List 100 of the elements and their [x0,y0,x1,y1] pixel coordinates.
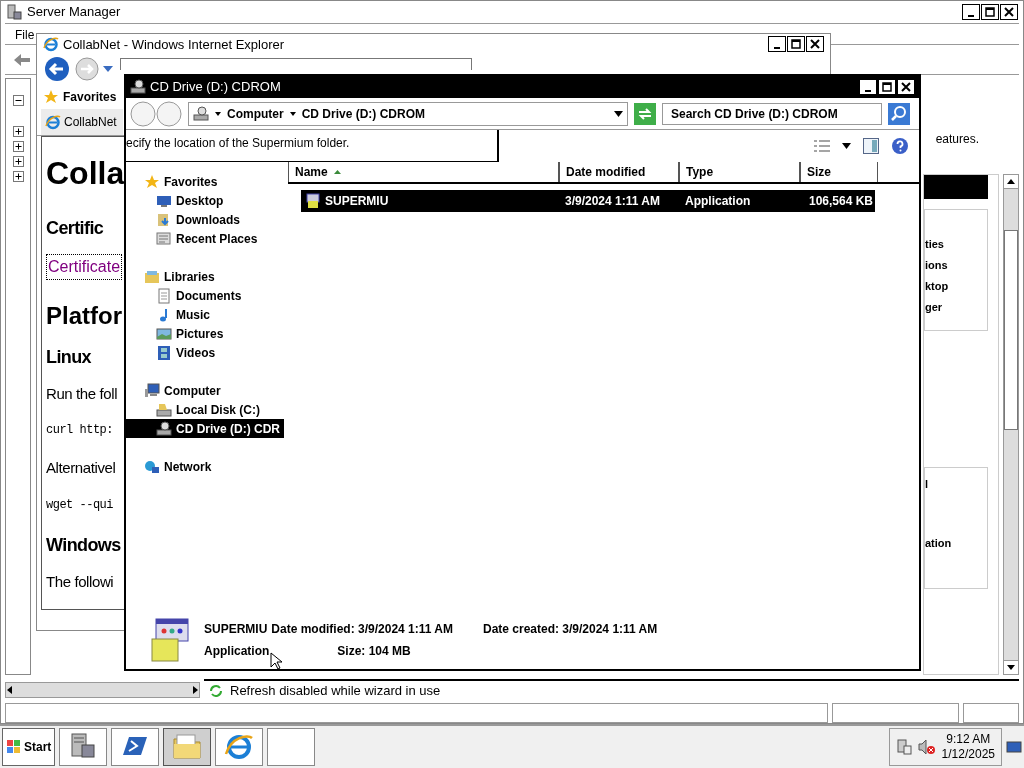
minimize-button[interactable] [859,79,877,95]
breadcrumb-item[interactable]: CD Drive (D:) CDROM [289,104,425,123]
forward-button[interactable] [156,100,182,127]
network-icon [144,458,160,475]
caret-icon[interactable] [842,143,851,149]
browser-icon [43,36,59,53]
task-link[interactable]: ions [925,256,987,273]
nav-item[interactable]: Music [126,305,284,324]
nav-item[interactable]: CD Drive (D:) CDR [126,419,284,438]
taskbar-button[interactable] [215,728,264,766]
dropdown-arrow-icon[interactable] [103,65,113,72]
back-button[interactable] [43,54,71,83]
menu-item[interactable]: File [15,26,35,44]
refresh-button[interactable] [634,102,656,125]
collapse-icon[interactable] [12,95,24,106]
task-link[interactable]: ties [925,235,987,252]
maximize-button[interactable] [787,36,805,53]
page-text: The followi [46,571,114,592]
favorites-button[interactable]: Favorites [63,87,117,106]
caret-icon[interactable] [215,111,221,116]
task-link[interactable]: ation [925,534,987,551]
scroll-right-icon[interactable] [191,686,199,694]
network-icon[interactable] [895,739,912,755]
minimize-button[interactable] [962,4,980,20]
column-header[interactable]: Size [800,162,878,182]
column-header[interactable]: Date modified [559,162,679,182]
vertical-scrollbar[interactable] [1003,174,1019,675]
nav-item[interactable]: Recent Places [126,229,284,248]
taskbar-button[interactable] [59,728,108,766]
taskbar-button[interactable] [163,728,212,766]
preview-pane-icon[interactable] [863,138,879,154]
minimize-button[interactable] [768,36,786,53]
help-icon[interactable] [891,137,909,155]
document-icon [156,287,172,304]
search-field[interactable]: Search CD Drive (D:) CDROM [662,102,882,125]
certificate-link[interactable]: Certificate [46,253,123,280]
windows-logo-icon [6,739,22,755]
description-text: eatures. [935,131,979,148]
column-header[interactable]: Name [288,162,559,182]
back-arrow-icon[interactable] [13,52,31,67]
refresh-icon [208,683,224,699]
maximize-button[interactable] [981,4,999,20]
video-icon [156,344,172,361]
scroll-thumb[interactable] [1004,229,1018,430]
caret-icon[interactable] [289,111,296,116]
search-icon[interactable] [888,102,910,125]
disk-icon [156,401,172,418]
clock-time[interactable]: 9:12 AM [946,732,991,747]
nav-item[interactable]: Videos [126,343,284,362]
minimize-icon [865,89,871,92]
star-icon [43,88,59,105]
show-desktop-icon[interactable] [1006,739,1022,755]
nav-item[interactable]: Favorites [126,172,284,191]
back-button[interactable] [130,100,156,127]
cd-icon [156,420,172,437]
breadcrumb-item[interactable]: Computer [215,104,284,123]
scroll-down-icon[interactable] [1007,665,1015,670]
taskbar-button[interactable] [111,728,160,766]
taskbar-button[interactable] [267,728,316,766]
task-link[interactable]: l [925,476,987,493]
close-icon [901,82,911,92]
start-button[interactable]: Start [2,728,56,766]
close-button[interactable] [1000,4,1018,20]
expand-icon[interactable] [12,141,24,152]
expand-icon[interactable] [12,171,24,182]
scroll-up-icon[interactable] [1007,179,1015,184]
expand-icon[interactable] [12,126,24,137]
task-link[interactable]: ger [925,298,987,315]
address-bar[interactable]: Computer CD Drive (D:) CDROM [188,101,628,126]
clock-date[interactable]: 1/12/2025 [941,747,995,762]
expand-icon[interactable] [12,156,24,167]
task-link[interactable]: ktop [925,277,987,294]
nav-item[interactable]: Computer [126,381,284,400]
nav-item[interactable]: Network [126,457,284,476]
address-field[interactable] [120,57,472,70]
caret-icon[interactable] [614,110,623,117]
nav-item[interactable]: Downloads [126,210,284,229]
muted-speaker-icon[interactable] [917,739,936,755]
minimize-icon [774,46,780,49]
close-button[interactable] [806,36,824,53]
file-row[interactable]: SUPERMIU 3/9/2024 1:11 AM Application 106,564 KB [301,190,875,212]
close-button[interactable] [897,79,915,95]
nav-item[interactable]: Libraries [126,267,284,286]
downloads-icon [156,211,172,228]
nav-item[interactable]: Desktop [126,191,284,210]
browser-tab[interactable]: CollabNet [41,108,123,135]
star-icon [144,173,160,190]
nav-item[interactable]: Pictures [126,324,284,343]
server-icon [6,4,22,20]
nav-item[interactable]: Documents [126,286,284,305]
maximize-icon [985,7,995,17]
file-type: Application [684,193,752,210]
maximize-icon [791,39,801,50]
maximize-button[interactable] [878,79,896,95]
code-line: curl http: [46,422,113,439]
scroll-left-icon[interactable] [6,686,14,694]
nav-item[interactable]: Local Disk (C:) [126,400,284,419]
horizontal-scrollbar[interactable] [5,682,200,698]
file-size: 106,564 KB [807,193,874,210]
column-header[interactable]: Type [679,162,800,182]
